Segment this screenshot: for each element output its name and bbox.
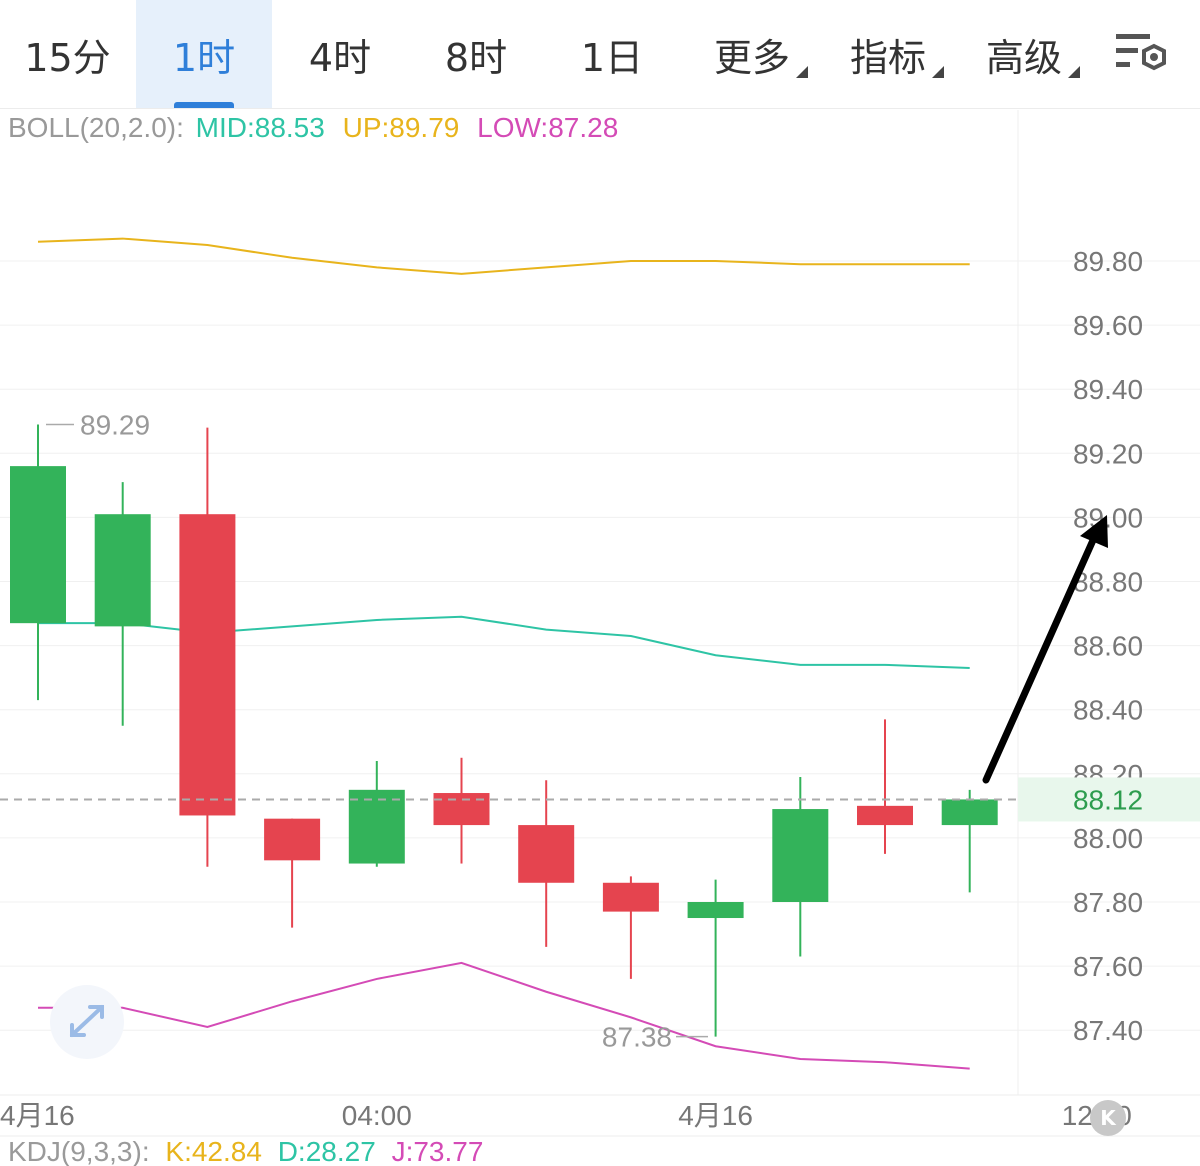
expand-arrows-icon [70, 1005, 104, 1037]
candle-body [264, 818, 321, 861]
time-tick-label: 4月16 [678, 1100, 753, 1131]
candle-body [433, 793, 490, 826]
price-tick-label: 88.40 [1073, 695, 1143, 726]
kdj-name: KDJ(9,3,3): [8, 1136, 150, 1166]
kdj-k-value: K:42.84 [165, 1136, 262, 1166]
price-tick-label: 88.00 [1073, 823, 1143, 854]
candle-body [348, 789, 405, 864]
low-marker-label: 87.38 [602, 1022, 672, 1053]
price-tick-label: 87.80 [1073, 887, 1143, 918]
time-tick-label: 4月16 [0, 1100, 75, 1131]
low-price-marker: 87.38 [602, 1022, 708, 1053]
candlestick-chart[interactable]: 89.80 89.60 89.40 89.20 89.00 88.80 88.60 88.40… [0, 0, 1200, 1150]
current-price-label: 88.12 [1073, 784, 1143, 815]
candle [10, 424, 66, 701]
boll-lower-line [38, 961, 970, 1070]
candle [857, 719, 913, 854]
price-axis: 89.80 89.60 89.40 89.20 89.00 88.80 88.60 88.40… [1073, 246, 1143, 1046]
candle [602, 876, 659, 979]
price-tick-label: 89.00 [1073, 502, 1143, 533]
time-tick-label: 04:00 [342, 1100, 412, 1131]
candle-body [179, 514, 236, 816]
price-tick-label: 88.60 [1073, 631, 1143, 662]
candle-body [941, 799, 998, 826]
candle-body [687, 902, 744, 919]
expand-chart-button[interactable] [50, 985, 124, 1059]
high-price-marker: 89.29 [46, 409, 150, 440]
price-tick-label: 89.20 [1073, 438, 1143, 469]
candle [772, 777, 829, 957]
candle-body [602, 882, 659, 912]
candle [179, 427, 236, 867]
bollinger-bands [37, 237, 970, 1070]
price-tick-label: 88.80 [1073, 567, 1143, 598]
kline-badge[interactable]: K [1090, 1100, 1126, 1136]
candle-body [857, 805, 913, 826]
candle [687, 879, 744, 1037]
kdj-legend: KDJ(9,3,3): K:42.84 D:28.27 J:73.77 [8, 1136, 491, 1166]
candle-body [772, 809, 829, 902]
price-tick-label: 89.60 [1073, 310, 1143, 341]
kdj-j-value: J:73.77 [391, 1136, 484, 1166]
price-tick-label: 89.80 [1073, 246, 1143, 277]
candle [348, 760, 405, 867]
price-tick-label: 87.60 [1073, 951, 1143, 982]
boll-upper-line [37, 237, 970, 275]
candle-body [94, 514, 151, 627]
candle-body [518, 825, 575, 883]
boll-mid-line [38, 615, 970, 670]
candle-body [10, 466, 66, 624]
candle [264, 818, 321, 928]
high-marker-label: 89.29 [80, 409, 150, 440]
kdj-d-value: D:28.27 [277, 1136, 376, 1166]
time-axis: 4月1604:004月1612:00 [0, 1100, 1132, 1131]
price-tick-label: 89.40 [1073, 374, 1143, 405]
candle [941, 789, 998, 893]
candle [518, 780, 575, 947]
price-tick-label: 87.40 [1073, 1015, 1143, 1046]
candles [10, 424, 998, 1037]
candle [94, 482, 151, 726]
